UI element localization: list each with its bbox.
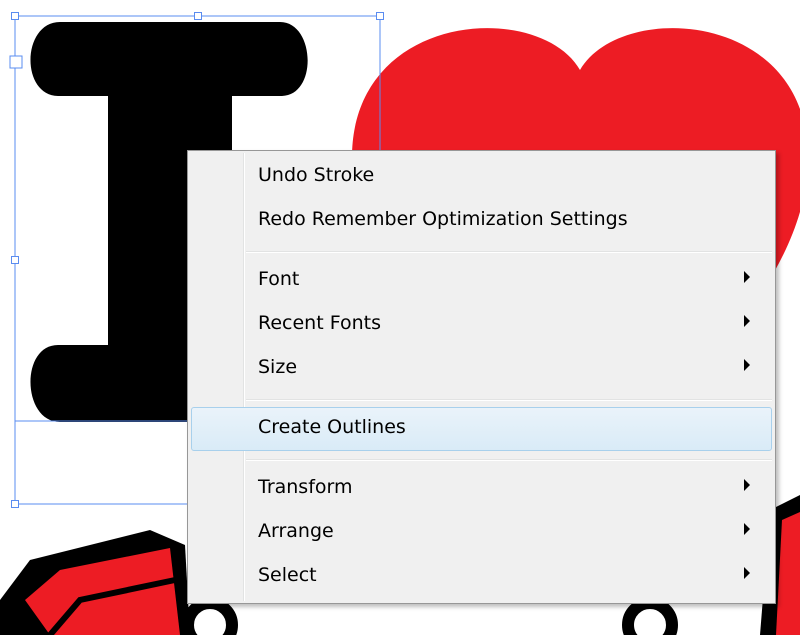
context-menu: Undo Stroke Redo Remember Optimization S… (187, 150, 776, 604)
submenu-arrow-icon (744, 479, 750, 491)
menu-item-size[interactable]: Size (191, 347, 772, 391)
menu-item-label: Select (258, 564, 317, 586)
submenu-arrow-icon (744, 359, 750, 371)
menu-item-label: Transform (258, 476, 353, 498)
menu-item-label: Undo Stroke (258, 164, 375, 186)
menu-item-create-outlines[interactable]: Create Outlines (191, 407, 772, 451)
selection-handle-top-right[interactable] (376, 12, 384, 20)
text-anchor-marker (9, 55, 23, 69)
menu-item-label: Size (258, 356, 298, 378)
submenu-arrow-icon (744, 315, 750, 327)
menu-separator (246, 459, 772, 461)
menu-item-transform[interactable]: Transform (191, 467, 772, 511)
menu-item-redo-remember-optimization-settings[interactable]: Redo Remember Optimization Settings (191, 199, 772, 243)
menu-item-label: Create Outlines (258, 416, 406, 438)
menu-item-label: Arrange (258, 520, 334, 542)
menu-item-recent-fonts[interactable]: Recent Fonts (191, 303, 772, 347)
submenu-arrow-icon (744, 567, 750, 579)
menu-separator (246, 399, 772, 401)
selection-handle-top-center[interactable] (194, 12, 202, 20)
menu-separator (246, 251, 772, 253)
menu-item-label: Recent Fonts (258, 312, 381, 334)
menu-item-label: Redo Remember Optimization Settings (258, 208, 628, 230)
menu-item-font[interactable]: Font (191, 259, 772, 303)
submenu-arrow-icon (744, 523, 750, 535)
menu-item-undo-stroke[interactable]: Undo Stroke (191, 155, 772, 199)
submenu-arrow-icon (744, 271, 750, 283)
menu-item-select[interactable]: Select (191, 555, 772, 599)
menu-item-arrange[interactable]: Arrange (191, 511, 772, 555)
selection-handle-top-left[interactable] (11, 12, 19, 20)
menu-item-label: Font (258, 268, 300, 290)
selection-handle-middle-left[interactable] (11, 256, 19, 264)
selection-handle-bottom-left[interactable] (11, 500, 19, 508)
